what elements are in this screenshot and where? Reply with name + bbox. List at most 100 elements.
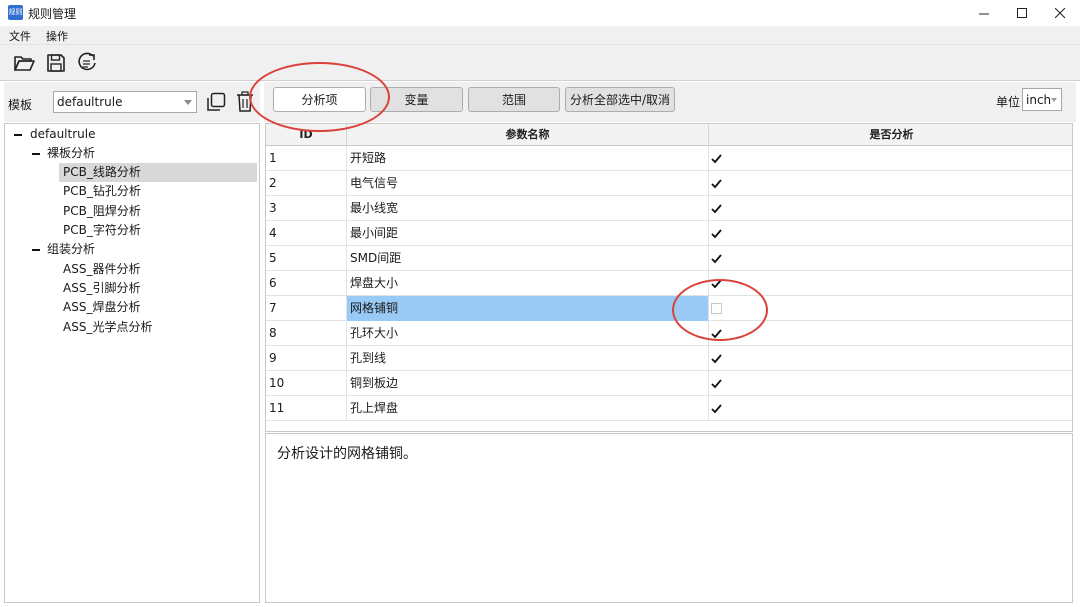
cell-analyze — [709, 396, 1072, 421]
delete-template-button[interactable] — [236, 91, 254, 113]
tree-item-pcb-drill[interactable]: PCB_钻孔分析 — [63, 182, 141, 201]
table-row[interactable]: 11 孔上焊盘 — [266, 396, 1072, 421]
cell-name[interactable]: 孔上焊盘 — [347, 396, 709, 421]
checkbox-checked-icon[interactable] — [711, 178, 722, 189]
menu-bar: 文件 操作 — [0, 26, 1080, 45]
collapse-icon — [14, 134, 22, 136]
table-row[interactable]: 10 铜到板边 — [266, 371, 1072, 396]
tree-item-label: ASS_焊盘分析 — [63, 300, 141, 314]
cell-analyze — [709, 371, 1072, 396]
cell-id: 5 — [266, 246, 347, 271]
checkbox-checked-icon[interactable] — [711, 403, 722, 414]
button-label: 分析全部选中/取消 — [569, 93, 671, 107]
tree-group-bare-board[interactable]: 裸板分析 — [32, 144, 95, 163]
folder-open-icon — [14, 56, 35, 71]
checkbox-checked-icon[interactable] — [711, 378, 722, 389]
checkbox-checked-icon[interactable] — [711, 228, 722, 239]
description-panel: 分析设计的网格铺铜。 — [265, 433, 1073, 603]
copy-template-button[interactable] — [205, 91, 227, 113]
tree-item-pcb-trace[interactable]: PCB_线路分析 — [59, 163, 257, 182]
cell-analyze — [709, 321, 1072, 346]
column-header-id[interactable]: ID — [266, 124, 347, 146]
save-icon — [47, 54, 65, 72]
title-bar: 规则 规则管理 — [0, 0, 1080, 26]
close-icon — [1054, 7, 1065, 18]
tree-item-ass-component[interactable]: ASS_器件分析 — [63, 260, 140, 279]
tree-group-assembly[interactable]: 组装分析 — [32, 240, 95, 259]
table-row[interactable]: 2 电气信号 — [266, 171, 1072, 196]
table-row[interactable]: 7 网格铺铜 — [266, 296, 1072, 321]
cell-name[interactable]: 网格铺铜 — [347, 296, 709, 321]
cell-id: 11 — [266, 396, 347, 421]
toolbar — [0, 45, 1080, 81]
table-row[interactable]: 1 开短路 — [266, 146, 1072, 171]
save-button[interactable] — [44, 51, 68, 75]
close-button[interactable] — [1041, 0, 1079, 26]
open-button[interactable] — [12, 51, 36, 75]
tree-root[interactable]: defaultrule — [14, 125, 95, 144]
tree-item-ass-pad[interactable]: ASS_焊盘分析 — [63, 298, 140, 317]
checkbox-checked-icon[interactable] — [711, 203, 722, 214]
table-row[interactable]: 3 最小线宽 — [266, 196, 1072, 221]
tree-item-label: ASS_引脚分析 — [63, 281, 141, 295]
checkbox-checked-icon[interactable] — [711, 253, 722, 264]
cell-name[interactable]: 电气信号 — [347, 171, 709, 196]
tab-scope[interactable]: 范围 — [468, 87, 560, 112]
maximize-button[interactable] — [1003, 0, 1041, 26]
menu-operation[interactable]: 操作 — [46, 28, 68, 44]
cell-name[interactable]: SMD间距 — [347, 246, 709, 271]
cell-name[interactable]: 孔环大小 — [347, 321, 709, 346]
unit-value: inch — [1026, 93, 1052, 107]
app-icon: 规则 — [8, 5, 23, 20]
tab-label: 变量 — [404, 93, 429, 107]
window-title: 规则管理 — [28, 7, 77, 21]
checkbox-checked-icon[interactable] — [711, 328, 722, 339]
checkbox-unchecked[interactable] — [711, 303, 722, 314]
tab-variables[interactable]: 变量 — [370, 87, 463, 112]
trash-icon — [237, 91, 253, 112]
column-header-name[interactable]: 参数名称 — [347, 124, 709, 146]
refresh-button[interactable] — [75, 51, 99, 75]
table-row[interactable]: 8 孔环大小 — [266, 321, 1072, 346]
tree-item-pcb-soldermask[interactable]: PCB_阻焊分析 — [63, 202, 141, 221]
cell-id: 7 — [266, 296, 347, 321]
checkbox-checked-icon[interactable] — [711, 278, 722, 289]
template-label: 模板 — [8, 98, 33, 112]
menu-file[interactable]: 文件 — [9, 28, 31, 44]
tree-item-pcb-silkscreen[interactable]: PCB_字符分析 — [63, 221, 141, 240]
table-row[interactable]: 9 孔到线 — [266, 346, 1072, 371]
cell-name[interactable]: 最小间距 — [347, 221, 709, 246]
rule-tree: defaultrule 裸板分析 PCB_线路分析 PCB_钻孔分析 PCB_阻… — [4, 123, 260, 603]
cell-id: 10 — [266, 371, 347, 396]
cell-name[interactable]: 最小线宽 — [347, 196, 709, 221]
template-select[interactable]: defaultrule — [53, 91, 197, 113]
tree-item-ass-fiducial[interactable]: ASS_光学点分析 — [63, 318, 152, 337]
table-row[interactable]: 4 最小间距 — [266, 221, 1072, 246]
table-row[interactable]: 6 焊盘大小 — [266, 271, 1072, 296]
checkbox-checked-icon[interactable] — [711, 353, 722, 364]
minimize-button[interactable] — [965, 0, 1003, 26]
cell-analyze — [709, 271, 1072, 296]
checkbox-checked-icon[interactable] — [711, 153, 722, 164]
cell-name[interactable]: 孔到线 — [347, 346, 709, 371]
select-all-toggle-button[interactable]: 分析全部选中/取消 — [565, 87, 675, 112]
cell-analyze — [709, 146, 1072, 171]
column-header-analyze[interactable]: 是否分析 — [709, 124, 1072, 146]
grid-header: ID 参数名称 是否分析 — [266, 124, 1072, 146]
cell-id: 4 — [266, 221, 347, 246]
tree-item-ass-pin[interactable]: ASS_引脚分析 — [63, 279, 140, 298]
minimize-icon — [978, 13, 989, 14]
cell-analyze — [709, 221, 1072, 246]
tree-group-label: 裸板分析 — [47, 146, 96, 160]
collapse-icon — [32, 153, 40, 155]
cell-name[interactable]: 焊盘大小 — [347, 271, 709, 296]
tab-label: 分析项 — [301, 93, 338, 107]
table-row[interactable]: 5 SMD间距 — [266, 246, 1072, 271]
cell-name[interactable]: 开短路 — [347, 146, 709, 171]
unit-select[interactable]: inch — [1022, 88, 1062, 111]
tab-analysis-items[interactable]: 分析项 — [273, 87, 366, 112]
cell-name[interactable]: 铜到板边 — [347, 371, 709, 396]
tree-item-label: PCB_阻焊分析 — [63, 204, 141, 218]
analysis-grid: ID 参数名称 是否分析 1 开短路 2 电气信号 3 最小线宽 4 最小间距 5 SMD间距 6 焊… — [265, 123, 1073, 432]
cell-id: 1 — [266, 146, 347, 171]
